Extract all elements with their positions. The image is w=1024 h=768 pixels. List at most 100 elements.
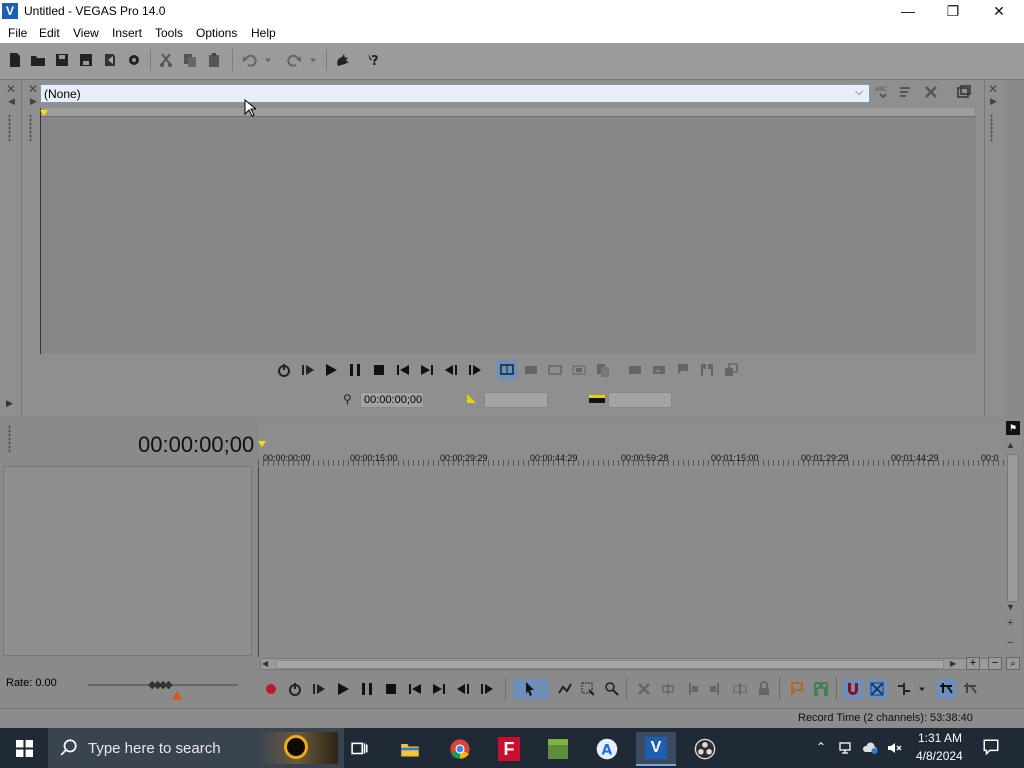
trim-start-icon[interactable] <box>682 679 702 699</box>
scroll-down-icon[interactable]: ▼ <box>1006 602 1015 612</box>
split-screen-view-icon[interactable] <box>497 360 517 380</box>
clock-time[interactable]: 1:31 AM <box>918 731 962 745</box>
zoom-in-horizontal-icon[interactable]: + <box>966 657 980 670</box>
cursor-timecode[interactable]: 00:00:00;00 <box>360 392 424 408</box>
whats-this-help-icon[interactable]: ? <box>365 50 385 70</box>
minimize-button[interactable]: — <box>885 0 931 23</box>
auto-ripple-icon[interactable] <box>894 679 914 699</box>
close-button[interactable]: ✕ <box>976 0 1022 23</box>
menu-file[interactable]: File <box>8 26 27 40</box>
menu-tools[interactable]: Tools <box>155 26 183 40</box>
task-view-icon[interactable] <box>340 732 380 766</box>
volume-muted-icon[interactable] <box>886 740 902 759</box>
maximize-button[interactable]: ❐ <box>930 0 976 23</box>
zoom-out-horizontal-icon[interactable]: − <box>988 657 1002 670</box>
go-to-end-icon[interactable] <box>429 679 449 699</box>
loop-playback-icon[interactable] <box>285 679 305 699</box>
go-to-end-icon[interactable] <box>417 360 437 380</box>
delete-preset-icon[interactable] <box>921 82 941 102</box>
redo-icon[interactable] <box>284 50 304 70</box>
lock-envelopes-icon[interactable] <box>936 679 956 699</box>
chrome-icon[interactable] <box>440 732 480 766</box>
zoom-tool-icon[interactable]: ⌕ <box>1006 657 1020 670</box>
loop-playback-icon[interactable] <box>274 360 294 380</box>
selection-start-field[interactable] <box>484 392 548 408</box>
properties-gear-icon[interactable] <box>124 50 144 70</box>
trim-icon[interactable] <box>658 679 678 699</box>
ripple-dropdown-icon[interactable] <box>916 679 928 699</box>
redo-dropdown-icon[interactable] <box>307 50 319 70</box>
overlays-icon[interactable] <box>545 360 565 380</box>
track-list-panel[interactable] <box>3 466 252 656</box>
vertical-scroll-thumb[interactable] <box>1007 454 1019 602</box>
preview-grip-icon[interactable] <box>29 114 32 142</box>
timeline-cursor-marker-icon[interactable] <box>258 441 266 447</box>
expand-dock-icon[interactable]: ▶ <box>6 398 13 409</box>
snapping-magnet-icon[interactable] <box>843 679 863 699</box>
snapshot-file-icon[interactable] <box>649 360 669 380</box>
notifications-icon[interactable] <box>982 738 1000 759</box>
minecraft-icon[interactable] <box>538 732 578 766</box>
paste-icon[interactable] <box>204 50 224 70</box>
timeline-grip-icon[interactable] <box>8 425 11 453</box>
next-frame-icon[interactable] <box>465 360 485 380</box>
scroll-right-icon[interactable]: ▶ <box>950 659 956 668</box>
play-from-start-icon[interactable] <box>298 360 318 380</box>
app-store-icon[interactable]: A <box>587 732 627 766</box>
auto-crossfade-icon[interactable] <box>867 679 887 699</box>
zoom-edit-tool-icon[interactable] <box>602 679 622 699</box>
copy-snapshot-icon[interactable] <box>593 360 613 380</box>
more-options-icon[interactable] <box>721 360 741 380</box>
trim-end-icon[interactable] <box>706 679 726 699</box>
insert-marker-icon[interactable] <box>787 679 807 699</box>
window-layout-icon[interactable] <box>954 82 974 102</box>
play-from-start-icon[interactable] <box>309 679 329 699</box>
f-app-icon[interactable]: F <box>489 732 529 766</box>
right-dock-grip-icon[interactable] <box>990 114 993 142</box>
menu-view[interactable]: View <box>73 26 99 40</box>
previous-frame-icon[interactable] <box>441 360 461 380</box>
network-icon[interactable] <box>838 740 854 759</box>
spell-check-icon[interactable]: ABC <box>873 82 893 102</box>
go-to-start-icon[interactable] <box>393 360 413 380</box>
insert-region-icon[interactable] <box>697 360 717 380</box>
cursor-marker-icon[interactable] <box>40 110 48 116</box>
zoom-in-vertical-icon[interactable]: + <box>1007 617 1013 629</box>
insert-marker-icon[interactable] <box>673 360 693 380</box>
open-folder-icon[interactable] <box>28 50 48 70</box>
new-project-icon[interactable] <box>5 50 25 70</box>
selection-edit-tool-icon[interactable] <box>578 679 598 699</box>
undo-icon[interactable] <box>240 50 260 70</box>
dock-arrow-icon[interactable]: ◀ <box>8 96 15 107</box>
next-frame-icon[interactable] <box>477 679 497 699</box>
save-snapshot-icon[interactable] <box>625 360 645 380</box>
timeline-current-time[interactable]: 00:00:00;00 <box>138 432 254 458</box>
clock-date[interactable]: 4/8/2024 <box>916 749 963 763</box>
preview-arrow-icon[interactable]: ▶ <box>30 96 37 107</box>
save-as-icon[interactable] <box>76 50 96 70</box>
stop-icon[interactable] <box>369 360 389 380</box>
save-icon[interactable] <box>52 50 72 70</box>
dock-grip-icon[interactable] <box>8 114 11 142</box>
pause-icon[interactable] <box>357 679 377 699</box>
delete-icon[interactable] <box>634 679 654 699</box>
safe-areas-icon[interactable] <box>569 360 589 380</box>
video-preview-canvas[interactable] <box>40 108 976 354</box>
horizontal-scroll-thumb[interactable] <box>276 660 944 669</box>
track-area[interactable] <box>258 467 1004 657</box>
split-icon[interactable] <box>730 679 750 699</box>
insert-region-icon[interactable] <box>811 679 831 699</box>
previous-frame-icon[interactable] <box>453 679 473 699</box>
lock-icon[interactable] <box>754 679 774 699</box>
ignore-event-grouping-icon[interactable] <box>960 679 980 699</box>
play-icon[interactable] <box>333 679 353 699</box>
close-dock-icon[interactable]: ✕ <box>6 82 16 96</box>
undo-dropdown-icon[interactable] <box>262 50 274 70</box>
file-explorer-icon[interactable] <box>390 732 430 766</box>
right-dock-arrow-icon[interactable]: ▶ <box>990 96 997 107</box>
render-as-icon[interactable] <box>100 50 120 70</box>
menu-options[interactable]: Options <box>196 26 237 40</box>
play-icon[interactable] <box>321 360 341 380</box>
obs-icon[interactable] <box>685 732 725 766</box>
selection-length-field[interactable] <box>608 392 672 408</box>
